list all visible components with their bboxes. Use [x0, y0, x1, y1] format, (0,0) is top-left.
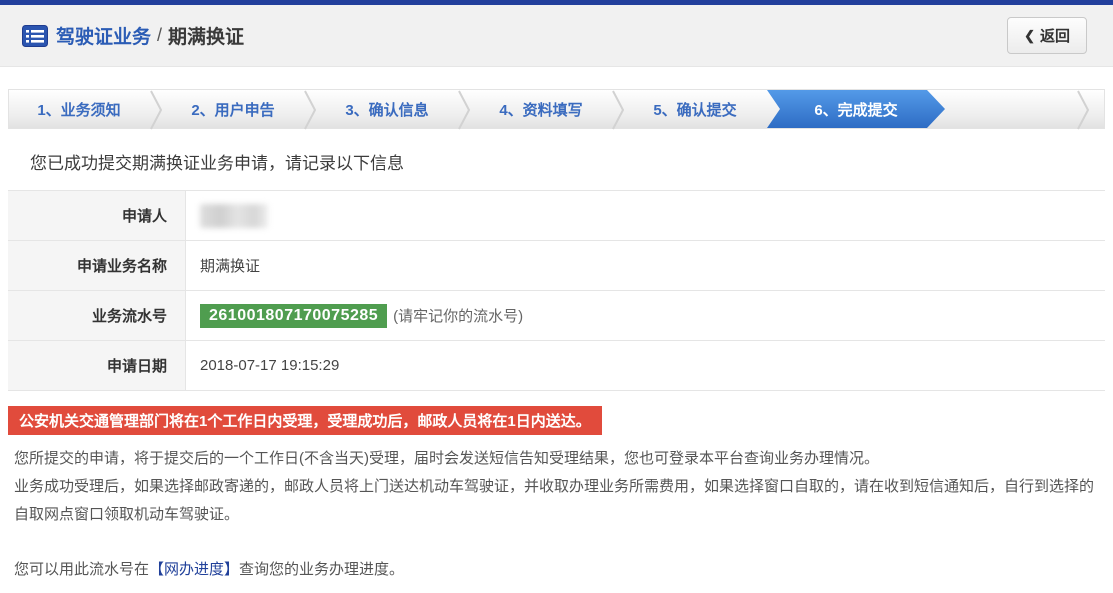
success-message: 您已成功提交期满换证业务申请，请记录以下信息 — [30, 149, 1113, 174]
chevron-left-icon: ❮ — [1024, 28, 1035, 44]
step-wizard-filler — [945, 90, 1104, 128]
row-value: 期满换证 — [186, 241, 1105, 290]
row-label: 申请业务名称 — [8, 241, 186, 290]
back-button[interactable]: ❮ 返回 — [1007, 17, 1087, 54]
step-wizard: 1、业务须知 2、用户申告 3、确认信息 4、资料填写 5、确认提交 6、完成提… — [8, 89, 1105, 129]
chevron-right-icon — [149, 90, 163, 128]
row-label: 业务流水号 — [8, 291, 186, 340]
step-2-user-declaration[interactable]: 2、用户申告 — [163, 90, 303, 128]
serial-number-badge: 261001807170075285 — [200, 304, 387, 328]
step-4-fill-materials[interactable]: 4、资料填写 — [471, 90, 611, 128]
row-label: 申请人 — [8, 191, 186, 240]
row-value — [186, 191, 1105, 240]
step-5-confirm-submit[interactable]: 5、确认提交 — [625, 90, 765, 128]
instruction-paragraph: 业务成功受理后，如果选择邮政寄递的，邮政人员将上门送达机动车驾驶证，并收取办理业… — [14, 473, 1105, 529]
table-row-serial-number: 业务流水号 261001807170075285 (请牢记你的流水号) — [8, 291, 1105, 341]
chevron-right-icon — [457, 90, 471, 128]
step-6-complete-submit-active[interactable]: 6、完成提交 — [767, 90, 945, 128]
page-title: 驾驶证业务 — [56, 22, 151, 49]
progress-query-link[interactable]: 【网办进度】 — [149, 561, 239, 578]
footer-note: 您可以用此流水号在【网办进度】查询您的业务办理进度。 — [14, 558, 1105, 579]
instructions-text: 您所提交的申请，将于提交后的一个工作日(不含当天)受理，届时会发送短信告知受理结… — [14, 445, 1105, 528]
step-1-business-notice[interactable]: 1、业务须知 — [9, 90, 149, 128]
breadcrumb-separator: / — [157, 25, 162, 46]
step-3-confirm-info[interactable]: 3、确认信息 — [317, 90, 457, 128]
footer-note-suffix: 查询您的业务办理进度。 — [239, 561, 404, 578]
table-row-applicant: 申请人 — [8, 191, 1105, 241]
masked-applicant-name — [200, 204, 268, 228]
chevron-right-icon — [611, 90, 625, 128]
list-icon — [22, 25, 48, 47]
instruction-paragraph: 您所提交的申请，将于提交后的一个工作日(不含当天)受理，届时会发送短信告知受理结… — [14, 445, 1105, 473]
serial-number-note: (请牢记你的流水号) — [393, 305, 523, 326]
row-value: 2018-07-17 19:15:29 — [186, 341, 1105, 390]
table-row-apply-date: 申请日期 2018-07-17 19:15:29 — [8, 341, 1105, 391]
row-value: 261001807170075285 (请牢记你的流水号) — [186, 291, 1105, 340]
back-button-label: 返回 — [1040, 25, 1070, 46]
page-header: 驾驶证业务 / 期满换证 ❮ 返回 — [0, 5, 1113, 67]
footer-note-prefix: 您可以用此流水号在 — [14, 561, 149, 578]
row-label: 申请日期 — [8, 341, 186, 390]
table-row-business-name: 申请业务名称 期满换证 — [8, 241, 1105, 291]
breadcrumb-current: 期满换证 — [168, 22, 244, 49]
chevron-right-icon — [1076, 90, 1090, 135]
processing-alert-banner: 公安机关交通管理部门将在1个工作日内受理，受理成功后，邮政人员将在1日内送达。 — [8, 406, 602, 435]
submission-info-table: 申请人 申请业务名称 期满换证 业务流水号 261001807170075285… — [8, 190, 1105, 391]
chevron-right-icon — [303, 90, 317, 128]
